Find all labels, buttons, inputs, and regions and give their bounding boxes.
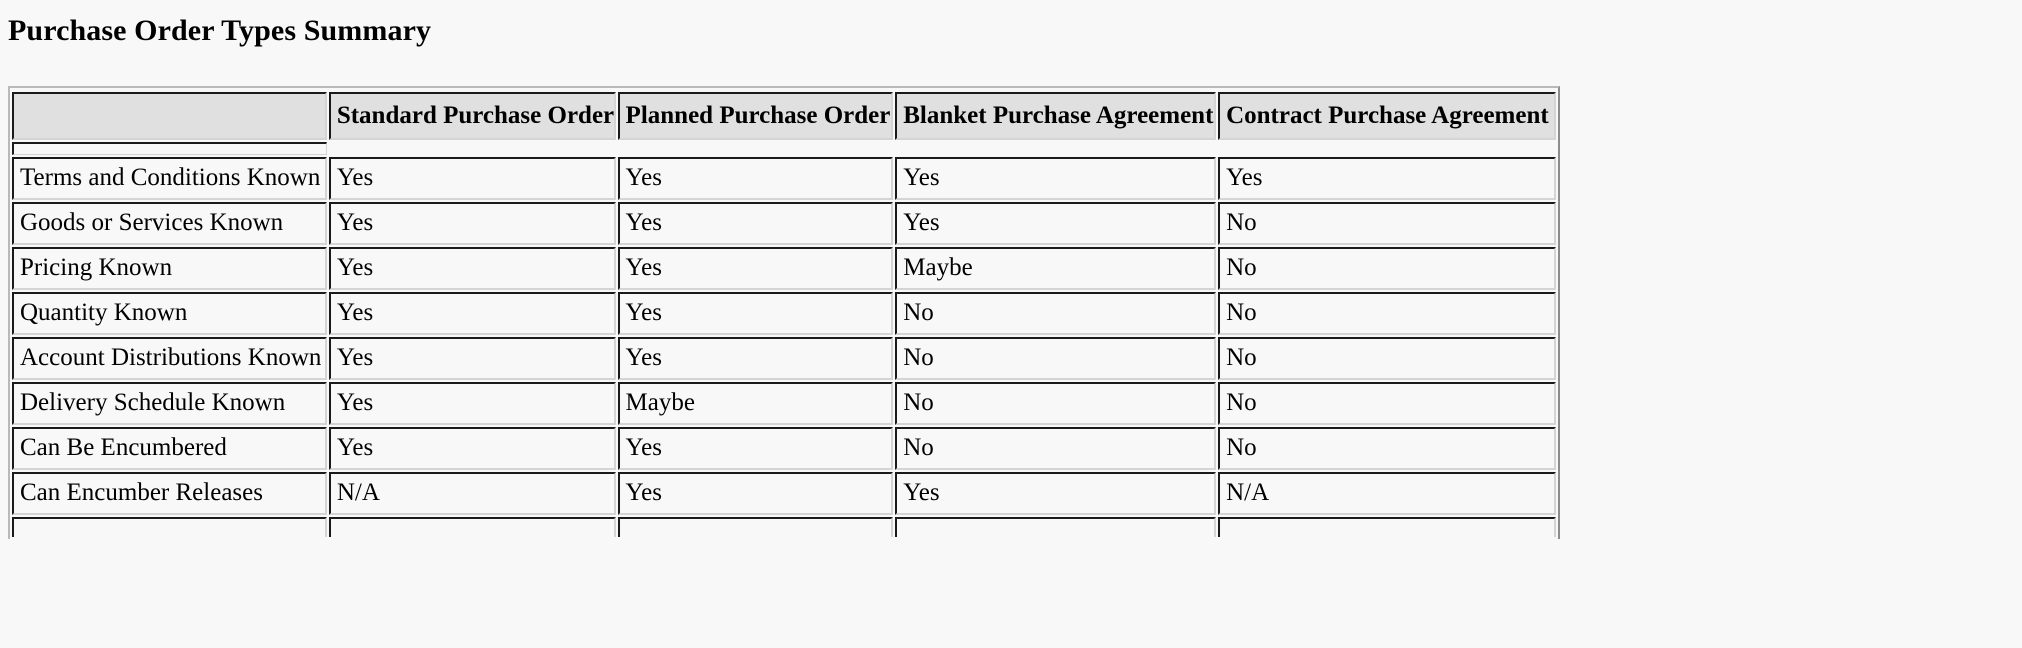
cell-standard: Yes bbox=[328, 292, 616, 335]
spacer-blank-cell bbox=[895, 142, 1216, 155]
cell-blanket: Yes bbox=[895, 157, 1217, 200]
row-label: Goods or Services Known bbox=[12, 202, 327, 245]
row-label: Can Be Encumbered bbox=[12, 427, 327, 470]
spacer-blank-cell bbox=[329, 142, 616, 155]
table-corner-header bbox=[12, 92, 327, 140]
column-header-blanket-purchase-agreement[interactable]: Blanket Purchase Agreement bbox=[895, 92, 1217, 140]
cutoff-cell bbox=[617, 517, 894, 537]
spacer-cell bbox=[12, 142, 327, 155]
column-header-planned-purchase-order[interactable]: Planned Purchase Order bbox=[617, 92, 894, 140]
cutoff-cell bbox=[12, 517, 327, 537]
cell-contract: No bbox=[1218, 247, 1556, 290]
cell-blanket: No bbox=[895, 337, 1217, 380]
table-row: Goods or Services Known Yes Yes Yes No bbox=[12, 202, 1556, 245]
cell-planned: Yes bbox=[617, 427, 894, 470]
cell-planned: Maybe bbox=[617, 382, 894, 425]
cutoff-cell bbox=[1218, 517, 1556, 537]
cell-contract: No bbox=[1218, 427, 1556, 470]
header-spacer-row bbox=[12, 142, 1556, 155]
table-row: Terms and Conditions Known Yes Yes Yes Y… bbox=[12, 157, 1556, 200]
row-label: Can Encumber Releases bbox=[12, 472, 327, 515]
cell-standard: Yes bbox=[328, 157, 616, 200]
cell-blanket: No bbox=[895, 382, 1217, 425]
cell-planned: Yes bbox=[617, 247, 894, 290]
table-row: Account Distributions Known Yes Yes No N… bbox=[12, 337, 1556, 380]
row-label: Terms and Conditions Known bbox=[12, 157, 327, 200]
cell-contract: No bbox=[1218, 292, 1556, 335]
cell-standard: Yes bbox=[328, 202, 616, 245]
cell-standard: Yes bbox=[328, 247, 616, 290]
cell-planned: Yes bbox=[617, 202, 894, 245]
cell-contract: Yes bbox=[1218, 157, 1556, 200]
table-row: Quantity Known Yes Yes No No bbox=[12, 292, 1556, 335]
purchase-order-types-table: Standard Purchase Order Planned Purchase… bbox=[10, 90, 1558, 539]
cell-blanket: Maybe bbox=[895, 247, 1217, 290]
column-header-standard-purchase-order[interactable]: Standard Purchase Order bbox=[328, 92, 616, 140]
cell-contract: No bbox=[1218, 382, 1556, 425]
cell-standard: Yes bbox=[328, 337, 616, 380]
row-label: Quantity Known bbox=[12, 292, 327, 335]
table-row: Pricing Known Yes Yes Maybe No bbox=[12, 247, 1556, 290]
cell-planned: Yes bbox=[617, 292, 894, 335]
table-body: Terms and Conditions Known Yes Yes Yes Y… bbox=[12, 142, 1556, 537]
cell-blanket: No bbox=[895, 292, 1217, 335]
cell-planned: Yes bbox=[617, 472, 894, 515]
spacer-blank-cell bbox=[1218, 142, 1556, 155]
cell-standard: N/A bbox=[328, 472, 616, 515]
header-row: Standard Purchase Order Planned Purchase… bbox=[12, 92, 1556, 140]
cell-contract: N/A bbox=[1218, 472, 1556, 515]
cell-standard: Yes bbox=[328, 382, 616, 425]
cell-contract: No bbox=[1218, 337, 1556, 380]
cell-contract: No bbox=[1218, 202, 1556, 245]
row-label: Delivery Schedule Known bbox=[12, 382, 327, 425]
cell-planned: Yes bbox=[617, 337, 894, 380]
table-row: Can Encumber Releases N/A Yes Yes N/A bbox=[12, 472, 1556, 515]
table-row-cutoff bbox=[12, 517, 1556, 537]
spacer-blank-cell bbox=[618, 142, 894, 155]
cutoff-cell bbox=[328, 517, 616, 537]
cell-blanket: No bbox=[895, 427, 1217, 470]
table-row: Delivery Schedule Known Yes Maybe No No bbox=[12, 382, 1556, 425]
row-label: Pricing Known bbox=[12, 247, 327, 290]
cell-blanket: Yes bbox=[895, 202, 1217, 245]
cutoff-cell bbox=[895, 517, 1217, 537]
row-label: Account Distributions Known bbox=[12, 337, 327, 380]
table-header: Standard Purchase Order Planned Purchase… bbox=[12, 92, 1556, 140]
column-header-contract-purchase-agreement[interactable]: Contract Purchase Agreement bbox=[1218, 92, 1556, 140]
cell-blanket: Yes bbox=[895, 472, 1217, 515]
table-row: Can Be Encumbered Yes Yes No No bbox=[12, 427, 1556, 470]
table-container: Standard Purchase Order Planned Purchase… bbox=[8, 86, 1560, 539]
cell-planned: Yes bbox=[617, 157, 894, 200]
page-title: Purchase Order Types Summary bbox=[8, 14, 432, 47]
cell-standard: Yes bbox=[328, 427, 616, 470]
